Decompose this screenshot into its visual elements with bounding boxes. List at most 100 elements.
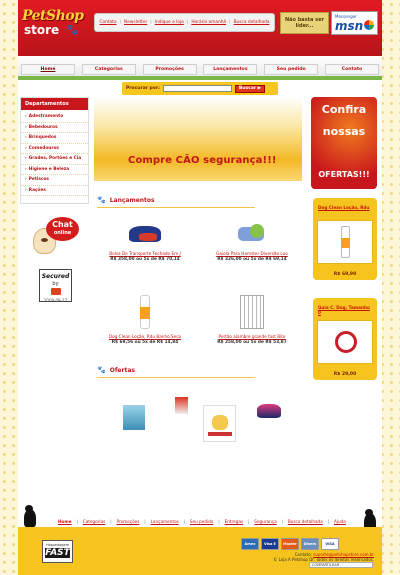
toplink-newsletter[interactable]: Newsletter xyxy=(124,20,147,25)
footer-link-lancamentos[interactable]: Lançamentos xyxy=(151,519,179,524)
sidebar-item-adestramento[interactable]: › Adestramento xyxy=(21,112,88,123)
offer-item-pads[interactable] xyxy=(203,405,236,442)
grass-decoration xyxy=(18,76,382,80)
product-price: R$ 358,00 ou 5x de R$ 70,14 xyxy=(110,257,180,262)
offer-item-box[interactable] xyxy=(175,397,188,414)
sidebar-item-label: Higiene e Beleza xyxy=(28,166,70,172)
product-name[interactable]: Portão alambre grande fast Bito xyxy=(204,334,300,339)
side-product-image xyxy=(317,220,373,264)
nav-lancamentos[interactable]: Lançamentos xyxy=(203,64,258,75)
offer-item-aquarium[interactable] xyxy=(123,405,145,430)
visa-icon: VISA xyxy=(321,538,339,550)
msn-butterfly-icon xyxy=(364,20,374,30)
toplink-horario[interactable]: Horário amanhã xyxy=(191,20,226,25)
lock-icon xyxy=(50,288,61,295)
nav-seu-pedido[interactable]: Seu pedido xyxy=(264,64,319,75)
departments-sidebar: Departamentos › Adestramento › Bebedouros … xyxy=(20,97,89,204)
side-product-name[interactable]: Guia C. Dog, Tamanho 0 xyxy=(313,298,377,315)
offer-item-bed[interactable] xyxy=(257,404,281,418)
search-input[interactable] xyxy=(162,85,232,92)
footer-link-ajuda[interactable]: Ajuda xyxy=(334,519,346,524)
footer: Hospedagem FAST Amex Visa E Master Diner… xyxy=(18,527,382,575)
separator: | xyxy=(281,518,283,524)
sidebar-item-comedouros[interactable]: › Comedouros xyxy=(21,144,88,154)
footer-link-entregas[interactable]: Entregas xyxy=(225,519,244,524)
footer-link-home[interactable]: Home xyxy=(58,519,72,524)
side-product-price: R$ 69,90 xyxy=(333,272,357,277)
section-ofertas-title: 🐾 Ofertas xyxy=(97,366,135,374)
sidebar-item-petiscos[interactable]: › Petiscos xyxy=(21,175,88,186)
chat-online-button[interactable]: Chat online xyxy=(32,215,79,257)
thawte-seal[interactable]: Secured by 2009-09-27 xyxy=(39,269,72,303)
nav-promocoes[interactable]: Promoções xyxy=(142,64,197,75)
top-links-bar: Contato | Newsletter | Indique a loja | … xyxy=(94,13,275,32)
offers-promo-banner[interactable]: Confira nossas OFERTAS!!! xyxy=(311,97,377,189)
separator: | xyxy=(248,518,250,524)
promo-line3: OFERTAS!!! xyxy=(318,170,370,179)
side-product-card[interactable]: Dog Clean Loção, Rdu R$ 69,90 xyxy=(313,198,377,280)
product-card[interactable]: Dog Clean Loção, Rdu Banho Seco R$ 69,56… xyxy=(97,293,193,345)
product-name[interactable]: Dog Clean Loção, Rdu Banho Seco xyxy=(97,334,193,339)
footer-link-busca[interactable]: Busca detalhada xyxy=(288,519,323,524)
toplink-busca-detalhada[interactable]: Busca detalhada xyxy=(234,20,270,25)
separator: | xyxy=(76,518,78,524)
sidebar-item-bebedouros[interactable]: › Bebedouros xyxy=(21,123,88,133)
side-product-card[interactable]: Guia C. Dog, Tamanho 0 R$ 29,00 xyxy=(313,298,377,380)
arrow-right-icon: › xyxy=(25,145,27,151)
side-product-name[interactable]: Dog Clean Loção, Rdu xyxy=(313,198,377,210)
sidebar-item-grades[interactable]: › Grades, Portões e Cia xyxy=(21,154,88,165)
header: PetShop store 🐾 Contato | Newsletter | I… xyxy=(18,0,382,56)
arrow-right-icon: › xyxy=(25,124,27,130)
product-card[interactable]: Bolsa De Transporte Fechado Em J R$ 358,… xyxy=(97,221,193,262)
nav-home[interactable]: Home xyxy=(21,64,75,75)
section-lancamentos-title: 🐾 Lançamentos xyxy=(97,196,155,204)
hero-banner[interactable]: Compre CÃO segurança!!! xyxy=(94,97,302,181)
nav-categorias[interactable]: Categorias xyxy=(81,64,136,75)
side-product-image xyxy=(317,320,373,364)
hosting-seal[interactable]: Hospedagem FAST xyxy=(42,540,73,563)
contact-info: Contato: suporte@petshopstore.com.br © L… xyxy=(273,552,374,562)
product-name[interactable]: Gaiola Para Hamster Diversão Luo xyxy=(204,251,300,256)
product-price: R$ 258,00 ou 5x de R$ 53,87 xyxy=(217,340,287,345)
nav-contato[interactable]: Contato xyxy=(324,64,379,75)
search-bar: Procurar por: Buscar ▶ xyxy=(122,82,278,95)
sidebar-item-racoes[interactable]: › Rações xyxy=(21,186,88,196)
logo-line1: PetShop xyxy=(22,8,84,24)
msn-banner[interactable]: Messenger msn xyxy=(331,11,378,35)
product-name[interactable]: Bolsa De Transporte Fechado Em J xyxy=(97,251,193,256)
footer-link-categorias[interactable]: Categorias xyxy=(83,519,106,524)
footer-link-seguranca[interactable]: Segurança xyxy=(254,519,276,524)
promo-banner[interactable]: Não basta ser líder... xyxy=(280,12,329,34)
banner-text: Compre CÃO segurança!!! xyxy=(128,155,277,166)
toplink-indique[interactable]: Indique a loja xyxy=(155,20,184,25)
share-button[interactable]: COMPARTILHAR xyxy=(309,562,373,568)
logo-line2: store xyxy=(24,23,60,37)
separator: | xyxy=(186,20,189,25)
page: PetShop store 🐾 Contato | Newsletter | I… xyxy=(18,0,382,575)
sidebar-item-label: Adestramento xyxy=(28,114,64,119)
mastercard-icon: Master xyxy=(281,538,299,550)
footer-link-promocoes[interactable]: Promoções xyxy=(117,519,140,524)
product-price: R$ 326,00 ou 5x de R$ 69,14 xyxy=(217,257,287,262)
promo-line2: nossas xyxy=(322,125,366,138)
sidebar-item-label: Grades, Portões e Cia xyxy=(28,156,82,161)
separator: | xyxy=(144,518,146,524)
visa-electron-icon: Visa E xyxy=(261,538,279,550)
footer-link-seu-pedido[interactable]: Seu pedido xyxy=(190,519,214,524)
pet-carrier-image xyxy=(125,221,165,248)
arrow-right-icon: › xyxy=(25,156,27,161)
product-card[interactable]: Portão alambre grande fast Bito R$ 258,0… xyxy=(204,293,300,345)
diners-icon: Diners xyxy=(301,538,319,550)
petshop-logo[interactable]: PetShop store 🐾 xyxy=(22,8,92,42)
separator: | xyxy=(327,518,330,524)
search-button[interactable]: Buscar ▶ xyxy=(234,84,266,93)
sidebar-item-brinquedos[interactable]: › Brinquedos xyxy=(21,133,88,144)
product-card[interactable]: Gaiola Para Hamster Diversão Luo R$ 326,… xyxy=(204,221,300,262)
sidebar-item-higiene[interactable]: › Higiene e Beleza xyxy=(21,165,88,175)
main-nav: Home Categorias Promoções Lançamentos Se… xyxy=(18,56,382,80)
chat-sublabel: online xyxy=(53,230,72,236)
toplink-contato[interactable]: Contato xyxy=(100,20,117,25)
separator: | xyxy=(229,20,231,25)
hamster-cage-image xyxy=(232,221,272,248)
sidebar-title: Departamentos xyxy=(21,98,88,110)
